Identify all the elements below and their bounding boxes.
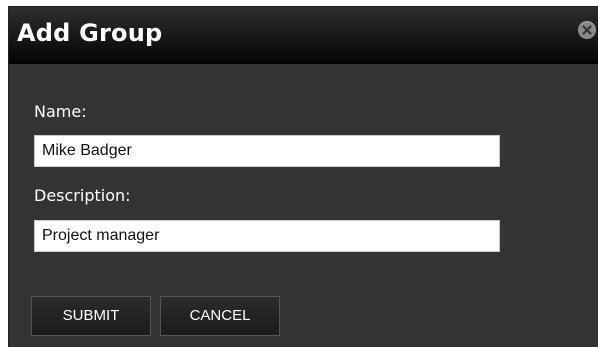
close-icon[interactable] (578, 21, 596, 39)
name-label: Name: (34, 102, 87, 121)
name-field[interactable] (34, 135, 500, 167)
cancel-button[interactable]: CANCEL (160, 296, 280, 336)
dialog-title: Add Group (17, 19, 163, 47)
add-group-dialog: Add Group Name: Description: SUBMIT CANC… (8, 6, 598, 347)
submit-button[interactable]: SUBMIT (31, 296, 151, 336)
dialog-titlebar: Add Group (9, 7, 598, 64)
group-form: Name: Description: SUBMIT CANCEL (9, 64, 598, 347)
description-field[interactable] (34, 220, 500, 252)
description-label: Description: (34, 186, 131, 205)
